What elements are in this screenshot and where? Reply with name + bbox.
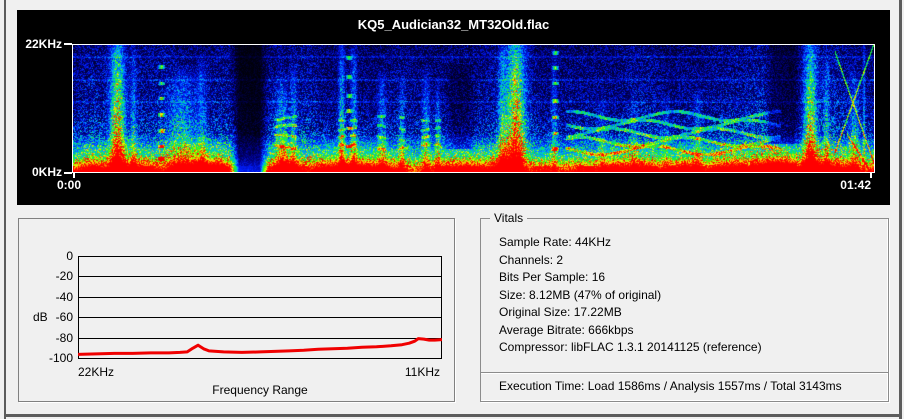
db-tick-label: -20 [25,269,73,283]
db-tick-label: -40 [25,290,73,304]
vitals-groupbox-title: Vitals [490,211,527,225]
time-end-label: 01:42 [840,178,871,192]
x-axis-title: Frequency Range [78,383,442,397]
freq-axis-top-label: 22KHz [17,37,62,51]
vitals-line-bitrate: Average Bitrate: 666kbps [499,322,762,340]
freq-axis-bottom-tick [64,172,72,174]
frequency-analysis-panel: 0-20-40-60-80-100 dB 22KHz 11KHz Frequen… [18,218,455,402]
db-tick-label: 0 [25,249,73,263]
spectrogram-canvas [73,45,874,172]
freq-axis-top-tick [64,43,72,45]
vitals-lines: Sample Rate: 44KHz Channels: 2 Bits Per … [499,234,762,357]
vitals-line-size: Size: 8.12MB (47% of original) [499,287,762,305]
spectro-window: KQ5_Audician32_MT32Old.flac 22KHz 0KHz 0… [0,0,904,419]
spectrogram-title: KQ5_Audician32_MT32Old.flac [17,17,890,32]
freq-axis-bottom-label: 0KHz [17,165,62,179]
vitals-line-bits: Bits Per Sample: 16 [499,269,762,287]
spectrogram-plot [72,44,875,173]
vitals-line-sample-rate: Sample Rate: 44KHz [499,234,762,252]
vitals-line-compressor: Compressor: libFLAC 1.3.1 20141125 (refe… [499,339,762,357]
window-border-bottom [4,414,902,417]
spectrum-curve [78,339,442,355]
db-tick-label: -100 [25,351,73,365]
vitals-groupbox: Vitals Sample Rate: 44KHz Channels: 2 Bi… [480,218,889,402]
time-start-label: 0:00 [57,178,81,192]
vitals-separator [481,372,888,374]
execution-time-text: Execution Time: Load 1586ms / Analysis 1… [499,379,842,393]
spectrogram-panel: KQ5_Audician32_MT32Old.flac 22KHz 0KHz 0… [17,10,890,205]
vitals-line-original-size: Original Size: 17.22MB [499,304,762,322]
spectrum-line-chart [78,256,442,359]
window-border-right [899,0,902,419]
freq-range-start-label: 22KHz [78,365,114,379]
freq-range-end-label: 11KHz [405,365,440,379]
vitals-line-channels: Channels: 2 [499,252,762,270]
db-tick-label: -80 [25,331,73,345]
window-border-left [4,0,6,419]
db-axis-title: dB [33,310,48,324]
